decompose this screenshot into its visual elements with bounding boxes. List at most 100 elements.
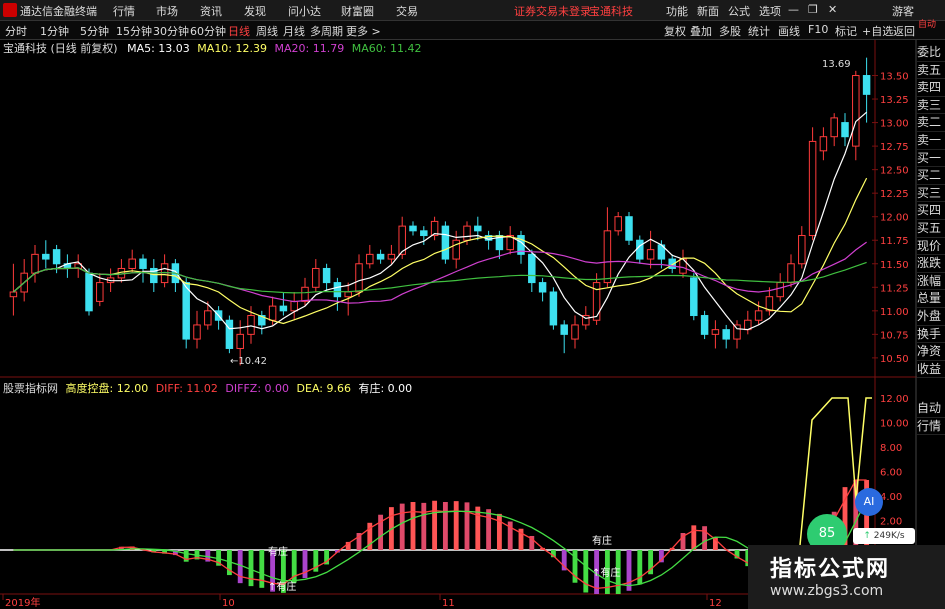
close-icon[interactable]: ✕ xyxy=(828,3,837,16)
menu-zixun[interactable]: 资讯 xyxy=(200,3,222,19)
candle-body xyxy=(301,286,309,302)
candle-body xyxy=(355,263,363,293)
candle-body xyxy=(204,310,212,326)
panel-item-15[interactable]: 外盘 xyxy=(917,308,945,326)
candle-body xyxy=(798,235,806,265)
back-button[interactable]: 返回 xyxy=(893,23,915,39)
panel-item-13[interactable]: 涨幅 xyxy=(917,273,945,291)
restore-icon[interactable]: ❐ xyxy=(808,3,818,16)
candle-body xyxy=(409,225,417,232)
period-60min[interactable]: 60分钟 xyxy=(190,23,226,39)
period-5min[interactable]: 5分钟 xyxy=(80,23,109,39)
panel-item-12[interactable]: 涨跌 xyxy=(917,255,945,273)
candle-body xyxy=(733,324,741,340)
period-fenshi[interactable]: 分时 xyxy=(5,23,27,39)
low-price-label: ←10.42 xyxy=(230,356,268,367)
candle-body xyxy=(528,253,536,284)
price-tick-label: 13.25 xyxy=(880,95,909,106)
period-more[interactable]: 更多 > xyxy=(346,23,381,39)
candle-body xyxy=(722,329,730,340)
fuquan-button[interactable]: 复权 xyxy=(664,23,686,39)
candle-body xyxy=(614,216,622,232)
candle-body xyxy=(711,329,720,335)
menu-xinmian[interactable]: 新面 xyxy=(697,3,719,19)
panel-item-19[interactable]: 自动 xyxy=(917,400,945,418)
menu-gongshi[interactable]: 公式 xyxy=(728,3,750,19)
watermark-brand: 指标公式网 www.zbgs3.com xyxy=(748,545,945,609)
panel-item-11[interactable]: 现价 xyxy=(917,238,945,256)
ma5-line xyxy=(13,111,867,331)
ai-assistant-button[interactable]: AI xyxy=(855,488,883,516)
brand-title: 指标公式网 xyxy=(770,557,891,582)
candle-body xyxy=(787,263,795,284)
stock-tag: 宝通科技 xyxy=(589,5,633,18)
quote-side-panel: 委比 卖五 卖四 卖三 卖二 卖一 买一 买二 买三 买四 买五 现价 涨跌 涨幅 总量 外盘 换手 净资 收益自动… xyxy=(917,44,945,436)
panel-item-9[interactable]: 买四 xyxy=(917,202,945,220)
login-alert[interactable]: 证券交易未登录 xyxy=(514,3,591,19)
panel-item-20[interactable]: 行情 xyxy=(917,418,945,436)
candle-body xyxy=(128,258,136,269)
candle-body xyxy=(139,258,147,269)
chart-area[interactable]: 13.50 13.25 13.00 12.75 12.50 12.25 12.00 11.75… xyxy=(0,40,945,609)
period-weekly[interactable]: 周线 xyxy=(256,23,278,39)
candle-body xyxy=(776,282,784,298)
menu-jiaoyi[interactable]: 交易 xyxy=(396,3,418,19)
period-1min[interactable]: 1分钟 xyxy=(40,23,69,39)
youzhuang-tag-2: ↑有庄 xyxy=(268,582,297,593)
candle-body xyxy=(31,253,39,274)
menu-shichang[interactable]: 市场 xyxy=(156,3,178,19)
menu-xuanxiang[interactable]: 选项 xyxy=(759,3,781,19)
panel-item-7[interactable]: 买二 xyxy=(917,167,945,185)
candle-body xyxy=(290,300,298,312)
candle-body xyxy=(322,267,331,284)
dea-value: DEA: 9.66 xyxy=(296,382,351,395)
candle-body xyxy=(247,315,255,335)
candle-body xyxy=(571,324,579,340)
biaoji-button[interactable]: 标记 xyxy=(835,23,857,39)
panel-item-0[interactable]: 委比 xyxy=(917,44,945,62)
menu-wenxiaoda[interactable]: 问小达 xyxy=(288,3,321,19)
menu-hangqing[interactable]: 行情 xyxy=(113,3,135,19)
candle-body xyxy=(387,253,396,260)
candle-body xyxy=(646,249,655,260)
panel-top-label: 自动 xyxy=(918,20,937,30)
guest-label[interactable]: 游客 xyxy=(892,3,914,19)
menu-faxian[interactable]: 发现 xyxy=(244,3,266,19)
panel-item-10[interactable]: 买五 xyxy=(917,220,945,238)
add-watchlist-button[interactable]: +自选 xyxy=(862,23,893,39)
panel-item-16[interactable]: 换手 xyxy=(917,326,945,344)
panel-item-8[interactable]: 买三 xyxy=(917,185,945,203)
panel-item-17[interactable]: 净资 xyxy=(917,343,945,361)
panel-item-1[interactable]: 卖五 xyxy=(917,62,945,80)
panel-item-5[interactable]: 卖一 xyxy=(917,132,945,150)
menu-caifuquan[interactable]: 财富圈 xyxy=(341,3,374,19)
candle-body xyxy=(441,225,450,260)
panel-item-3[interactable]: 卖三 xyxy=(917,97,945,115)
candle-body xyxy=(862,75,871,95)
panel-item-14[interactable]: 总量 xyxy=(917,290,945,308)
app-logo-icon xyxy=(3,3,17,17)
panel-item-18[interactable]: 收益 xyxy=(917,361,945,379)
price-tick-label: 12.25 xyxy=(880,189,909,200)
candle-body xyxy=(830,117,838,138)
candle-body xyxy=(754,310,763,321)
diejia-button[interactable]: 叠加 xyxy=(690,23,712,39)
period-15min[interactable]: 15分钟 xyxy=(116,23,152,39)
period-monthly[interactable]: 月线 xyxy=(283,23,305,39)
duogu-button[interactable]: 多股 xyxy=(719,23,741,39)
f10-button[interactable]: F10 xyxy=(808,23,828,36)
tongji-button[interactable]: 统计 xyxy=(748,23,770,39)
candle-body xyxy=(603,230,612,284)
period-daily[interactable]: 日线 xyxy=(228,23,250,39)
panel-item-2[interactable]: 卖四 xyxy=(917,79,945,97)
indicator-tick-label: 2.00 xyxy=(880,517,902,528)
panel-item-4[interactable]: 卖二 xyxy=(917,114,945,132)
period-30min[interactable]: 30分钟 xyxy=(153,23,189,39)
huaxian-button[interactable]: 画线 xyxy=(778,23,800,39)
brand-url: www.zbgs3.com xyxy=(770,583,884,599)
menu-gongneng[interactable]: 功能 xyxy=(666,3,688,19)
minimize-icon[interactable]: — xyxy=(788,3,799,16)
panel-item-6[interactable]: 买一 xyxy=(917,150,945,168)
period-multi[interactable]: 多周期 xyxy=(310,23,343,39)
price-tick-label: 12.75 xyxy=(880,142,909,153)
